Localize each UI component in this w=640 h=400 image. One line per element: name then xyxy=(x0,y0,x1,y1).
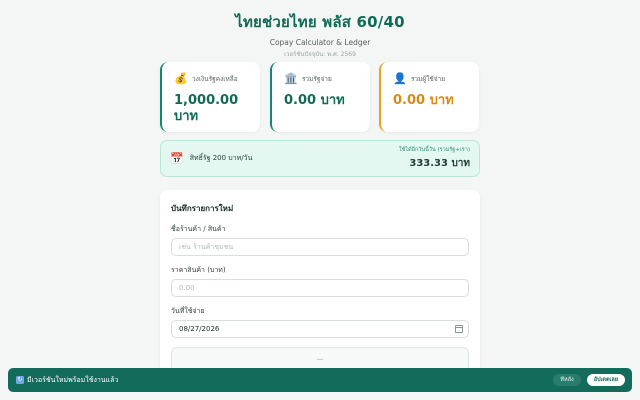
remaining-today-label: ใช้ได้อีกวันนี้วัน (รวมรัฐ+เรา) xyxy=(398,147,470,153)
money-bag-icon: 💰 xyxy=(174,72,188,85)
remaining-today-value: 333.33 บาท xyxy=(409,158,470,169)
card-value: 1,000.00 บาท xyxy=(174,93,239,124)
card-label: รวมรัฐจ่าย xyxy=(302,74,332,83)
update-now-button[interactable]: อัปเดตเลย xyxy=(586,374,625,386)
later-button[interactable]: ทีหลัง xyxy=(553,374,581,386)
card-user-paid: 👤 รวมผู้ใช้จ่าย 0.00 บาท xyxy=(379,62,479,132)
daily-budget-banner: 📅 สิทธิ์รัฐ 200 บาท/วัน ใช้ได้อีกวันนี้ว… xyxy=(160,140,480,177)
version-text: เวอร์ชันปัจจุบัน: พ.ศ. 2569 xyxy=(284,51,356,58)
user-icon: 👤 xyxy=(393,72,407,85)
page-subtitle: Copay Calculator & Ledger xyxy=(269,38,371,47)
price-label: ราคาสินค้า (บาท) xyxy=(171,266,226,274)
card-label: รวมผู้ใช้จ่าย xyxy=(411,74,446,83)
page-title: ไทยช่วยไทย พลัส 60/40 xyxy=(235,13,405,31)
date-input[interactable] xyxy=(171,320,469,338)
refresh-icon: ↻ xyxy=(16,376,24,384)
daily-limit-label: สิทธิ์รัฐ 200 บาท/วัน xyxy=(189,154,253,162)
date-field xyxy=(171,320,469,338)
summary-cards: 💰 วงเงินรัฐคงเหลือ 1,000.00 บาท 🏛️ รวมรั… xyxy=(160,62,480,132)
shop-input[interactable] xyxy=(171,238,469,256)
app-header: ไทยช่วยไทย พลัส 60/40 Copay Calculator &… xyxy=(0,0,640,59)
new-entry-form: บันทึกรายการใหม่ ชื่อร้านค้า / สินค้า รา… xyxy=(160,190,480,375)
card-value: 0.00 บาท xyxy=(393,93,454,108)
form-title: บันทึกรายการใหม่ xyxy=(171,204,234,213)
calendar-picker-icon[interactable] xyxy=(455,325,463,333)
card-government-paid: 🏛️ รวมรัฐจ่าย 0.00 บาท xyxy=(270,62,370,132)
price-input[interactable] xyxy=(171,279,469,297)
shop-label: ชื่อร้านค้า / สินค้า xyxy=(171,225,226,233)
bank-icon: 🏛️ xyxy=(284,72,298,85)
card-value: 0.00 บาท xyxy=(284,93,345,108)
card-remaining-budget: 💰 วงเงินรัฐคงเหลือ 1,000.00 บาท xyxy=(160,62,260,132)
update-notification-bar: ↻ มีเวอร์ชันใหม่พร้อมใช้งานแล้ว ทีหลัง อ… xyxy=(8,368,632,392)
card-label: วงเงินรัฐคงเหลือ xyxy=(192,74,238,83)
update-message: มีเวอร์ชันใหม่พร้อมใช้งานแล้ว xyxy=(27,375,119,384)
date-label: วันที่ใช้จ่าย xyxy=(171,307,205,315)
calendar-icon: 📅 xyxy=(170,152,184,165)
